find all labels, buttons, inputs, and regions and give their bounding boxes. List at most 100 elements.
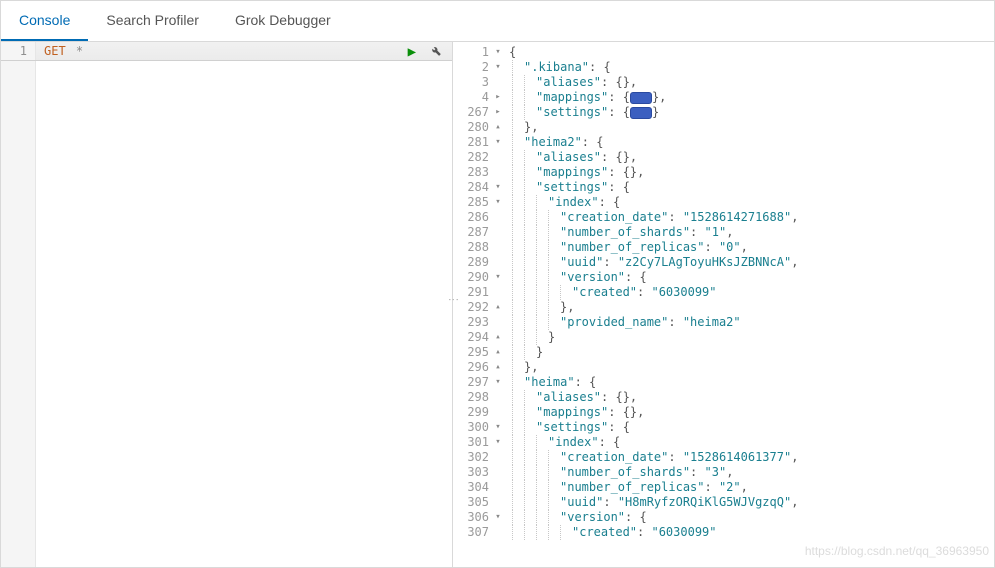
fold-toggle-icon[interactable]: ▴ [493, 330, 503, 345]
code-line: "heima2": { [509, 135, 994, 150]
fold-toggle-icon[interactable]: ▾ [493, 270, 503, 285]
fold-toggle-icon[interactable]: ▾ [493, 195, 503, 210]
code-line: "aliases": {}, [509, 390, 994, 405]
code-line: "version": { [509, 510, 994, 525]
http-method: GET [44, 44, 66, 58]
fold-toggle-icon[interactable]: ▾ [493, 135, 503, 150]
dev-tools-panel: Console Search Profiler Grok Debugger 1 … [0, 0, 995, 568]
request-gutter [1, 61, 36, 567]
line-number: 306▾ [453, 510, 493, 525]
code-line: "creation_date": "1528614271688", [509, 210, 994, 225]
fold-toggle-icon[interactable]: ▴ [493, 120, 503, 135]
fold-toggle-icon[interactable]: ▾ [493, 420, 503, 435]
code-line: "index": { [509, 435, 994, 450]
fold-toggle-icon[interactable]: ▾ [493, 180, 503, 195]
wrench-icon[interactable] [428, 43, 442, 61]
fold-toggle-icon[interactable]: ▴ [493, 300, 503, 315]
line-number: 302 [453, 450, 493, 465]
tab-grok-debugger[interactable]: Grok Debugger [217, 1, 349, 41]
fold-toggle-icon[interactable]: ▾ [493, 435, 503, 450]
line-number: 283 [453, 165, 493, 180]
code-line: "settings": { [509, 180, 994, 195]
code-line: "number_of_replicas": "2", [509, 480, 994, 495]
code-line: "number_of_replicas": "0", [509, 240, 994, 255]
play-icon[interactable]: ▶ [408, 44, 416, 60]
response-code[interactable]: {".kibana": {"aliases": {},"mappings": {… [495, 42, 994, 567]
line-number: 280▴ [453, 120, 493, 135]
line-number: 3 [453, 75, 493, 90]
collapsed-badge[interactable] [630, 92, 652, 104]
line-number: 4▸ [453, 90, 493, 105]
code-line: "creation_date": "1528614061377", [509, 450, 994, 465]
code-line: "created": "6030099" [509, 285, 994, 300]
code-line: "settings": {} [509, 105, 994, 120]
line-number: 267▸ [453, 105, 493, 120]
editor-actions: ▶ [408, 43, 442, 61]
code-line: "version": { [509, 270, 994, 285]
fold-toggle-icon[interactable]: ▸ [493, 105, 503, 120]
line-number: 301▾ [453, 435, 493, 450]
code-line: "created": "6030099" [509, 525, 994, 540]
line-number: 286 [453, 210, 493, 225]
line-number: 305 [453, 495, 493, 510]
request-path: * [76, 44, 83, 58]
line-number: 296▴ [453, 360, 493, 375]
request-body-area[interactable] [1, 61, 452, 567]
tabs-bar: Console Search Profiler Grok Debugger [1, 1, 994, 42]
line-number: 288 [453, 240, 493, 255]
code-line: "provided_name": "heima2" [509, 315, 994, 330]
code-line: "index": { [509, 195, 994, 210]
code-line: } [509, 345, 994, 360]
line-number: 295▴ [453, 345, 493, 360]
request-line[interactable]: 1 GET * ▶ [1, 42, 452, 61]
response-viewer[interactable]: ⋮ 1▾2▾34▸267▸280▴281▾282283284▾285▾28628… [452, 42, 994, 567]
code-line: } [509, 330, 994, 345]
line-number: 282 [453, 150, 493, 165]
tab-search-profiler[interactable]: Search Profiler [88, 1, 217, 41]
fold-toggle-icon[interactable]: ▾ [493, 375, 503, 390]
code-line: "aliases": {}, [509, 75, 994, 90]
code-line: { [509, 45, 994, 60]
line-number: 2▾ [453, 60, 493, 75]
code-line: "number_of_shards": "1", [509, 225, 994, 240]
line-number: 1 [1, 42, 36, 60]
fold-toggle-icon[interactable]: ▾ [493, 45, 503, 60]
code-line: }, [509, 300, 994, 315]
line-number: 300▾ [453, 420, 493, 435]
request-text[interactable]: GET * [36, 44, 452, 58]
editor-panes: 1 GET * ▶ ⋮ 1▾2▾34▸267▸280▴281▾282283284… [1, 42, 994, 567]
code-line: }, [509, 120, 994, 135]
line-number: 304 [453, 480, 493, 495]
code-line: "mappings": {}, [509, 90, 994, 105]
fold-toggle-icon[interactable]: ▾ [493, 60, 503, 75]
line-number: 303 [453, 465, 493, 480]
fold-toggle-icon[interactable]: ▾ [493, 510, 503, 525]
collapsed-badge[interactable] [630, 107, 652, 119]
line-number: 1▾ [453, 45, 493, 60]
code-line: "aliases": {}, [509, 150, 994, 165]
line-number: 297▾ [453, 375, 493, 390]
line-number: 293 [453, 315, 493, 330]
line-number: 284▾ [453, 180, 493, 195]
fold-toggle-icon[interactable]: ▴ [493, 360, 503, 375]
code-line: }, [509, 360, 994, 375]
line-number: 281▾ [453, 135, 493, 150]
fold-toggle-icon[interactable]: ▸ [493, 90, 503, 105]
line-number: 294▴ [453, 330, 493, 345]
response-gutter: 1▾2▾34▸267▸280▴281▾282283284▾285▾2862872… [453, 42, 495, 567]
code-line: ".kibana": { [509, 60, 994, 75]
line-number: 287 [453, 225, 493, 240]
code-line: "mappings": {}, [509, 165, 994, 180]
fold-toggle-icon[interactable]: ▴ [493, 345, 503, 360]
code-line: "uuid": "H8mRyfzORQiKlG5WJVgzqQ", [509, 495, 994, 510]
code-line: "uuid": "z2Cy7LAgToyuHKsJZBNNcA", [509, 255, 994, 270]
code-line: "settings": { [509, 420, 994, 435]
line-number: 289 [453, 255, 493, 270]
line-number: 298 [453, 390, 493, 405]
line-number: 292▴ [453, 300, 493, 315]
line-number: 307 [453, 525, 493, 540]
request-editor[interactable]: 1 GET * ▶ [1, 42, 452, 567]
line-number: 291 [453, 285, 493, 300]
tab-console[interactable]: Console [1, 1, 88, 41]
code-line: "heima": { [509, 375, 994, 390]
